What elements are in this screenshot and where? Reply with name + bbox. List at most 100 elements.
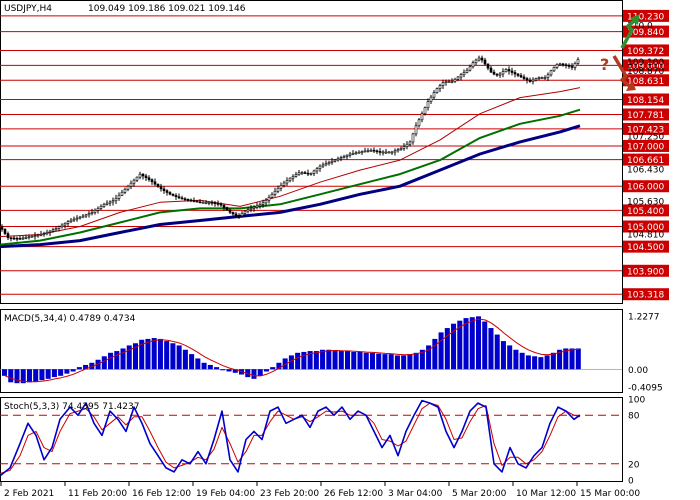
macd-bar [207,364,213,370]
candle-body [441,82,445,86]
candle-body [282,182,286,186]
candle-body [387,151,391,154]
candle-body [30,235,34,238]
candle-body [111,200,115,203]
macd-bar [500,341,506,370]
macd-bar [376,353,382,370]
time-tick-label: 19 Feb 04:00 [196,489,255,499]
candle-body [9,237,13,240]
macd-label: MACD(5,34,4) 0.4789 0.4734 [4,314,136,324]
macd-bar [326,349,332,370]
macd-tick-label: 1.2277 [628,313,660,323]
candle-body [288,177,292,181]
time-tick-label: 23 Feb 20:00 [260,489,319,499]
candle-body [477,57,481,61]
price-tick-label: 106.430 [627,165,664,175]
candle-body [480,57,484,61]
candle-body [360,151,364,153]
candle-body [495,73,499,76]
candle-body [327,162,331,164]
candle-body [183,198,187,201]
candle-body [255,205,259,208]
candle-body [363,150,367,153]
macd-bar [338,351,344,370]
candle-body [402,146,406,149]
candle-body [150,179,154,183]
candle-body [432,92,436,98]
candle-body [12,237,16,240]
candle-body [276,187,280,192]
candle-body [558,63,562,66]
macd-bar [569,348,575,370]
stoch-tick-label: 80 [628,412,640,422]
candle-body [204,202,208,204]
candle-body [573,63,577,68]
candle-body [99,206,103,209]
candle-body [21,237,25,240]
macd-bar [226,369,232,372]
macd-bar [170,343,176,370]
candle-body [48,230,52,233]
candle-body [75,217,79,220]
candle-body [393,150,397,153]
candle-body [435,88,439,93]
candle-body [351,153,355,155]
candle-body [84,214,88,217]
candle-body [510,70,514,73]
candle-body [138,173,142,178]
candle-body [417,119,421,127]
candle-body [534,78,538,81]
candle-body [570,66,574,68]
candle-body [171,193,175,196]
candle-body [390,151,394,154]
candle-body [321,164,325,167]
candle-body [369,149,373,152]
candle-body [474,59,478,64]
candle-body [117,194,121,199]
stoch-tick-label: 0 [628,477,634,487]
candle-body [564,64,568,66]
candle-body [237,215,241,217]
macd-bar [295,352,301,370]
macd-bar [51,369,57,378]
chart-ohlc-values: 109.049 109.186 109.021 109.146 [88,4,246,14]
macd-bar [320,349,326,370]
candle-body [168,192,172,195]
candle-body [15,237,19,240]
candle-body [456,76,460,80]
time-tick-label: 11 Feb 20:00 [68,489,127,499]
candle-body [303,172,307,174]
candle-body [492,71,496,75]
candle-body [81,215,85,218]
macd-bar [313,351,319,370]
macd-bar [532,356,538,370]
candle-body [336,158,340,161]
candle-body [462,72,466,76]
candle-body [24,237,28,239]
price-tick-label: 107.250 [627,132,664,142]
candle-body [108,201,112,204]
time-tick-label: 2 Feb 2021 [4,489,54,499]
candle-body [330,160,334,163]
candle-body [420,113,424,121]
candle-body [399,148,403,150]
stoch-tick-label: 100 [628,396,645,406]
candle-body [426,101,430,109]
level-label: 104.500 [627,243,664,253]
macd-bar [507,345,513,370]
macd-bar [544,355,550,370]
candle-body [498,73,502,76]
candle-body [228,209,232,213]
macd-bar [463,318,469,370]
candle-body [312,170,316,174]
macd-bar [369,352,375,370]
macd-bar [189,354,195,370]
candle-body [453,78,457,82]
candle-body [348,153,352,156]
macd-bar [195,358,201,370]
macd-bar [157,338,163,370]
candle-body [195,200,199,203]
candle-body [3,229,7,234]
candle-body [105,202,109,205]
candle-body [54,228,58,231]
